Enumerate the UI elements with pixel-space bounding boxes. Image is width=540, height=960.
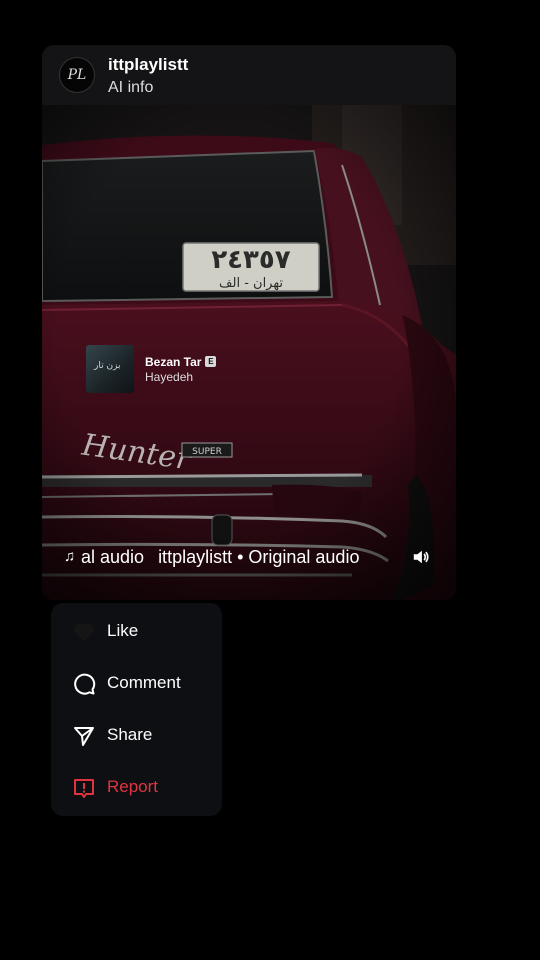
song-title: Bezan Tar <box>145 354 202 369</box>
post-header: PL ittplaylistt AI info <box>42 45 456 105</box>
menu-item-comment[interactable]: Comment <box>51 661 222 705</box>
song-artist: Hayedeh <box>145 369 194 384</box>
audio-marquee-text: ittplaylistt • Original audio <box>158 547 360 567</box>
music-sticker[interactable]: بزن تار Bezan Tar E Hayedeh <box>86 345 217 393</box>
comment-icon <box>74 673 96 695</box>
album-art-text: بزن تار <box>94 361 121 371</box>
menu-item-label: Like <box>107 621 139 640</box>
post-card: PL ittplaylistt AI info بزن تار Bezan Ta… <box>42 45 456 600</box>
avatar-initials: PL <box>67 67 87 83</box>
menu-item-label: Comment <box>107 673 181 692</box>
report-icon <box>74 779 94 798</box>
menu-item-label: Report <box>107 777 159 796</box>
post-options-menu: Like Comment Share Report <box>51 603 222 816</box>
heart-icon <box>74 623 94 641</box>
avatar[interactable]: PL <box>59 57 95 93</box>
audio-bar[interactable]: ♫ al audio ittplaylistt • Original audio <box>42 539 456 575</box>
ai-info-label[interactable]: AI info <box>108 79 153 97</box>
music-note-icon: ♫ <box>64 548 76 565</box>
menu-item-report[interactable]: Report <box>51 765 222 809</box>
menu-item-like[interactable]: Like <box>51 609 222 653</box>
volume-icon[interactable] <box>412 548 430 566</box>
audio-marquee-prefix: al audio <box>81 547 145 567</box>
song-title-row: Bezan Tar E <box>145 354 217 369</box>
menu-item-label: Share <box>107 725 153 744</box>
username[interactable]: ittplaylistt <box>108 55 188 75</box>
menu-item-share[interactable]: Share <box>51 713 222 757</box>
explicit-badge: E <box>205 356 217 367</box>
audio-marquee[interactable]: al audio ittplaylistt • Original audio <box>81 539 381 575</box>
album-art: بزن تار <box>86 345 134 393</box>
post-media[interactable]: ٢٤٣٥٧ تهران - الف Hunter SUPER <box>42 105 456 600</box>
share-icon <box>74 727 94 746</box>
